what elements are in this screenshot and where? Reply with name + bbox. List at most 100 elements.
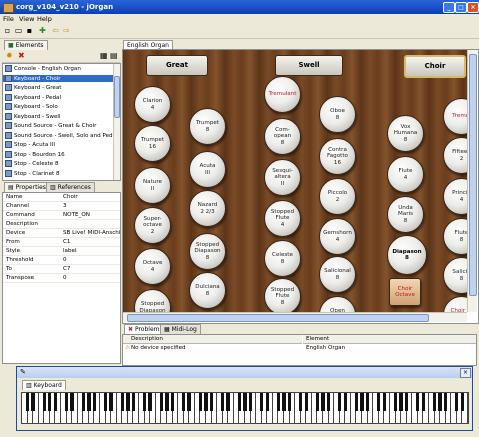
black-key[interactable] bbox=[416, 393, 420, 411]
minimize-button[interactable]: _ bbox=[443, 2, 455, 13]
elements-scroll-thumb[interactable] bbox=[114, 76, 120, 118]
stop-knob[interactable]: Fifteen 2 bbox=[443, 137, 467, 174]
stop-knob[interactable]: Flute 8 bbox=[443, 218, 467, 255]
black-key[interactable] bbox=[248, 393, 253, 411]
element-list-item[interactable]: Keyboard - Swell bbox=[3, 112, 115, 121]
stop-knob[interactable]: Celeste 8 bbox=[264, 240, 301, 277]
stop-knob[interactable]: Tremulant bbox=[264, 76, 301, 113]
tab-references[interactable]: ▥ References bbox=[46, 182, 95, 192]
back-arrow-icon[interactable]: ⇦ bbox=[51, 26, 60, 35]
element-list-item[interactable]: Keyboard - Solo bbox=[3, 103, 115, 111]
black-key[interactable] bbox=[81, 393, 85, 411]
black-key[interactable] bbox=[126, 393, 130, 411]
manual-choir[interactable]: Choir bbox=[404, 55, 466, 78]
property-row[interactable]: Threshold 0 bbox=[3, 256, 120, 266]
stop-knob[interactable]: Stopped Flute 4 bbox=[264, 200, 301, 237]
black-key[interactable] bbox=[365, 393, 370, 411]
menu-file[interactable]: File bbox=[3, 15, 14, 23]
console-hscrollbar[interactable] bbox=[123, 312, 467, 322]
stop-knob[interactable]: Super- octave 2 bbox=[134, 207, 171, 244]
black-key[interactable] bbox=[64, 393, 69, 411]
property-row[interactable]: Transpose 0 bbox=[3, 274, 120, 284]
element-list-item[interactable]: Keyboard - Great bbox=[3, 84, 115, 92]
property-value[interactable]: NOTE_ON bbox=[63, 211, 120, 219]
black-key[interactable] bbox=[438, 393, 442, 411]
black-key[interactable] bbox=[421, 393, 425, 411]
property-value[interactable]: 3 bbox=[63, 202, 120, 210]
stop-knob[interactable]: Oboe 8 bbox=[319, 96, 356, 133]
black-key[interactable] bbox=[360, 393, 364, 411]
stop-knob[interactable]: Nature II bbox=[134, 167, 171, 204]
element-list-item[interactable]: Console - English Organ bbox=[3, 65, 115, 73]
delete-icon[interactable]: ✖ bbox=[18, 51, 25, 60]
problems-col-element[interactable]: Element bbox=[303, 335, 476, 344]
stop-knob[interactable]: Choir to Swell bbox=[443, 296, 467, 312]
stop-knob[interactable]: Salicio 8 bbox=[443, 257, 467, 294]
black-key[interactable] bbox=[209, 393, 214, 411]
black-key[interactable] bbox=[265, 393, 269, 411]
gear-icon[interactable]: ✹ bbox=[6, 51, 13, 60]
black-key[interactable] bbox=[404, 393, 409, 411]
black-key[interactable] bbox=[31, 393, 35, 411]
black-key[interactable] bbox=[48, 393, 52, 411]
console-hscroll-thumb[interactable] bbox=[127, 314, 429, 322]
console-vscrollbar[interactable] bbox=[467, 50, 477, 312]
black-key[interactable] bbox=[87, 393, 91, 411]
tab-elements[interactable]: ■ Elements bbox=[4, 40, 48, 50]
black-key[interactable] bbox=[304, 393, 308, 411]
stop-knob[interactable]: Open Diapason bbox=[319, 296, 356, 312]
black-key[interactable] bbox=[460, 393, 465, 411]
open-icon[interactable]: ▭ bbox=[14, 26, 23, 35]
save-icon[interactable]: ▪ bbox=[25, 26, 34, 35]
tab-keyboard[interactable]: ▥ Keyboard bbox=[22, 380, 66, 390]
property-row[interactable]: Channel 3 bbox=[3, 202, 120, 212]
property-row[interactable]: Device SB Live! MIDI-Anschlus... bbox=[3, 229, 120, 239]
stop-knob[interactable]: Stopped Diapason bbox=[134, 289, 171, 312]
stop-knob[interactable]: Diapason 8 bbox=[387, 235, 427, 275]
element-list-item[interactable]: Stop - Bourdon 16 bbox=[3, 150, 115, 159]
black-key[interactable] bbox=[455, 393, 459, 411]
stop-knob[interactable]: Com- opean 8 bbox=[264, 118, 301, 155]
stop-knob[interactable]: Piccolo 2 bbox=[319, 178, 356, 215]
black-key[interactable] bbox=[181, 393, 186, 411]
elements-scrollbar[interactable] bbox=[113, 64, 120, 180]
stop-knob[interactable]: Trumpet 8 bbox=[189, 108, 226, 145]
property-value[interactable]: 0 bbox=[63, 256, 120, 264]
black-key[interactable] bbox=[326, 393, 331, 411]
stop-knob[interactable]: Dulciana 8 bbox=[189, 272, 226, 309]
manual-great[interactable]: Great bbox=[146, 55, 208, 76]
stop-knob[interactable]: Acuta III bbox=[189, 151, 226, 188]
property-row[interactable]: Command NOTE_ON bbox=[3, 211, 120, 221]
black-key[interactable] bbox=[443, 393, 448, 411]
forward-arrow-icon[interactable]: ⇨ bbox=[62, 26, 71, 35]
black-key[interactable] bbox=[377, 393, 381, 411]
problems-col-description[interactable]: Description bbox=[123, 335, 302, 344]
stop-knob[interactable]: Unda Maris 8 bbox=[387, 196, 424, 233]
stop-knob[interactable]: Octave 4 bbox=[134, 248, 171, 285]
menu-help[interactable]: Help bbox=[37, 15, 52, 23]
black-key[interactable] bbox=[187, 393, 191, 411]
black-key[interactable] bbox=[120, 393, 124, 411]
close-button[interactable]: × bbox=[467, 2, 479, 13]
maximize-button[interactable]: □ bbox=[455, 2, 467, 13]
black-key[interactable] bbox=[42, 393, 46, 411]
black-key[interactable] bbox=[103, 393, 108, 411]
property-row[interactable]: To C7 bbox=[3, 265, 120, 275]
black-key[interactable] bbox=[148, 393, 152, 411]
tab-midi-log[interactable]: ▦ Midi-Log bbox=[160, 324, 201, 334]
filter-icon[interactable]: ▦ bbox=[100, 51, 108, 60]
black-key[interactable] bbox=[109, 393, 113, 411]
black-key[interactable] bbox=[354, 393, 359, 411]
stop-knob[interactable]: Trumpet 16 bbox=[134, 125, 171, 162]
add-element-icon[interactable]: ✚ bbox=[38, 26, 47, 35]
property-row[interactable]: Name Choir bbox=[3, 193, 120, 203]
keyboard-close-button[interactable]: × bbox=[460, 368, 471, 378]
property-row[interactable]: Description bbox=[3, 220, 120, 230]
black-key[interactable] bbox=[53, 393, 58, 411]
black-key[interactable] bbox=[259, 393, 264, 411]
black-key[interactable] bbox=[298, 393, 303, 411]
element-list-item[interactable]: Keyboard - Choir bbox=[3, 74, 115, 83]
stop-knob[interactable]: Tremul bbox=[443, 98, 467, 135]
stop-knob[interactable]: Gemshorn 4 bbox=[319, 218, 356, 255]
black-key[interactable] bbox=[432, 393, 437, 411]
